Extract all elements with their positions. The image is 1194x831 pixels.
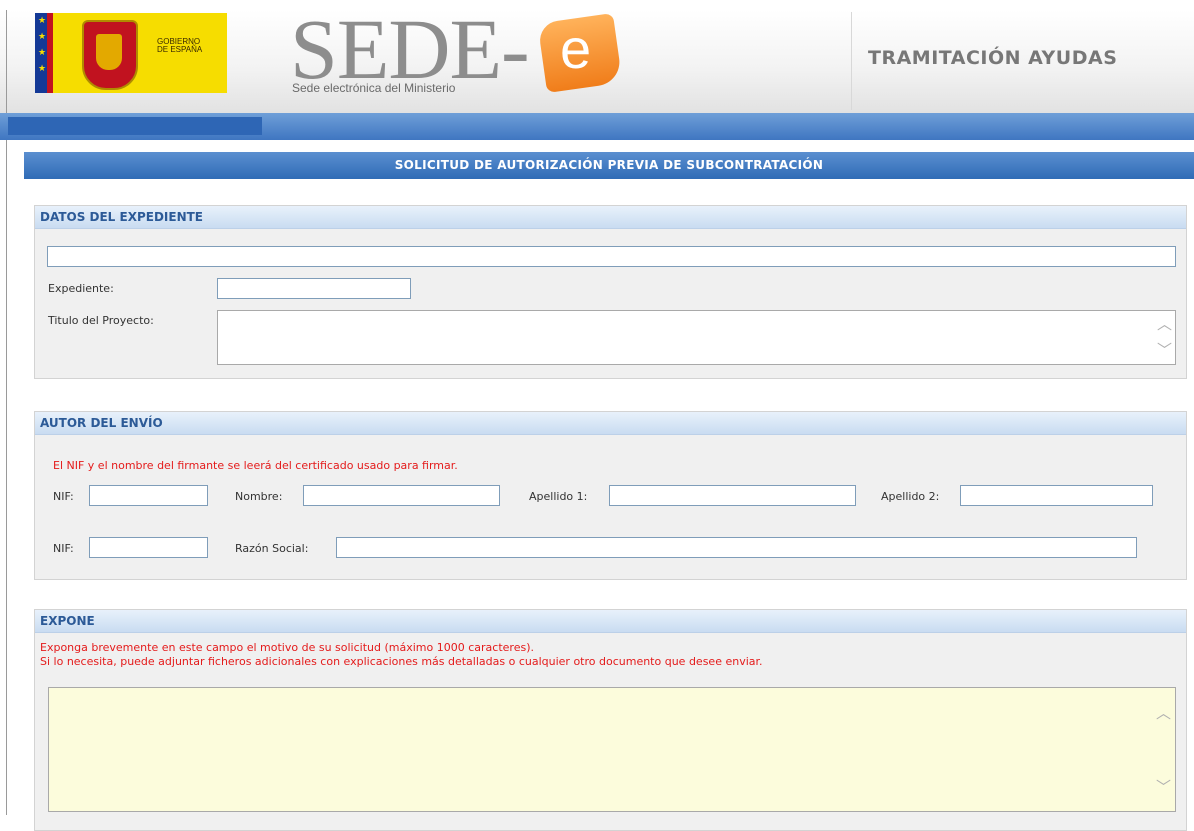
section-datos-expediente: DATOS DEL EXPEDIENTE Expediente: Titulo … [34, 205, 1187, 379]
apellido1-input[interactable] [609, 485, 856, 506]
expediente-label: Expediente: [48, 282, 114, 295]
autor-notice: El NIF y el nombre del firmante se leerá… [53, 459, 458, 472]
apellido1-label: Apellido 1: [529, 490, 588, 503]
expone-notice-line2: Si lo necesita, puede adjuntar ficheros … [40, 655, 763, 668]
sede-e-letter: e [560, 17, 592, 80]
nombre-label: Nombre: [235, 490, 283, 503]
star-icon: ★ [38, 16, 47, 26]
expone-notice-line1: Exponga brevemente en este campo el moti… [40, 641, 534, 654]
nif2-input[interactable] [89, 537, 208, 558]
app-title: TRAMITACIÓN AYUDAS [868, 47, 1118, 69]
header-divider [851, 12, 852, 110]
nombre-input[interactable] [303, 485, 500, 506]
nav-bar-segment[interactable] [8, 117, 262, 135]
sede-logo-title: SEDE- [290, 1, 530, 97]
section-heading: DATOS DEL EXPEDIENTE [35, 206, 1186, 229]
scroll-down-icon[interactable]: ﹀ [1156, 780, 1171, 795]
scroll-up-icon[interactable]: ︿ [1157, 317, 1172, 332]
apellido2-label: Apellido 2: [881, 490, 940, 503]
scroll-down-icon[interactable]: ﹀ [1157, 343, 1172, 358]
section-heading: EXPONE [35, 610, 1186, 633]
section-expone: EXPONE Exponga brevemente en este campo … [34, 609, 1187, 831]
gov-logo-line2: DE ESPAÑA [157, 45, 203, 54]
gov-logo-text: GOBIERNO DE ESPAÑA [157, 38, 202, 54]
star-icon: ★ [38, 32, 47, 42]
titulo-proyecto-textarea[interactable]: ︿ ﹀ [217, 310, 1176, 365]
coat-of-arms-inner [96, 34, 122, 70]
expone-textarea[interactable]: ︿ ﹀ [48, 687, 1176, 812]
expediente-input[interactable] [217, 278, 411, 299]
star-icon: ★ [38, 48, 47, 58]
nif-input[interactable] [89, 485, 208, 506]
expediente-info-field[interactable] [47, 246, 1176, 267]
nif-label: NIF: [53, 490, 74, 503]
razon-social-label: Razón Social: [235, 542, 309, 555]
section-autor-envio: AUTOR DEL ENVÍO El NIF y el nombre del f… [34, 411, 1187, 580]
star-icon: ★ [38, 64, 47, 74]
apellido2-input[interactable] [960, 485, 1153, 506]
section-heading: AUTOR DEL ENVÍO [35, 412, 1186, 435]
razon-social-input[interactable] [336, 537, 1137, 558]
scroll-up-icon[interactable]: ︿ [1156, 706, 1171, 721]
form-title: SOLICITUD DE AUTORIZACIÓN PREVIA DE SUBC… [24, 152, 1194, 179]
nif2-label: NIF: [53, 542, 74, 555]
sede-subtitle: Sede electrónica del Ministerio [292, 81, 456, 95]
titulo-proyecto-label: Titulo del Proyecto: [48, 314, 154, 327]
